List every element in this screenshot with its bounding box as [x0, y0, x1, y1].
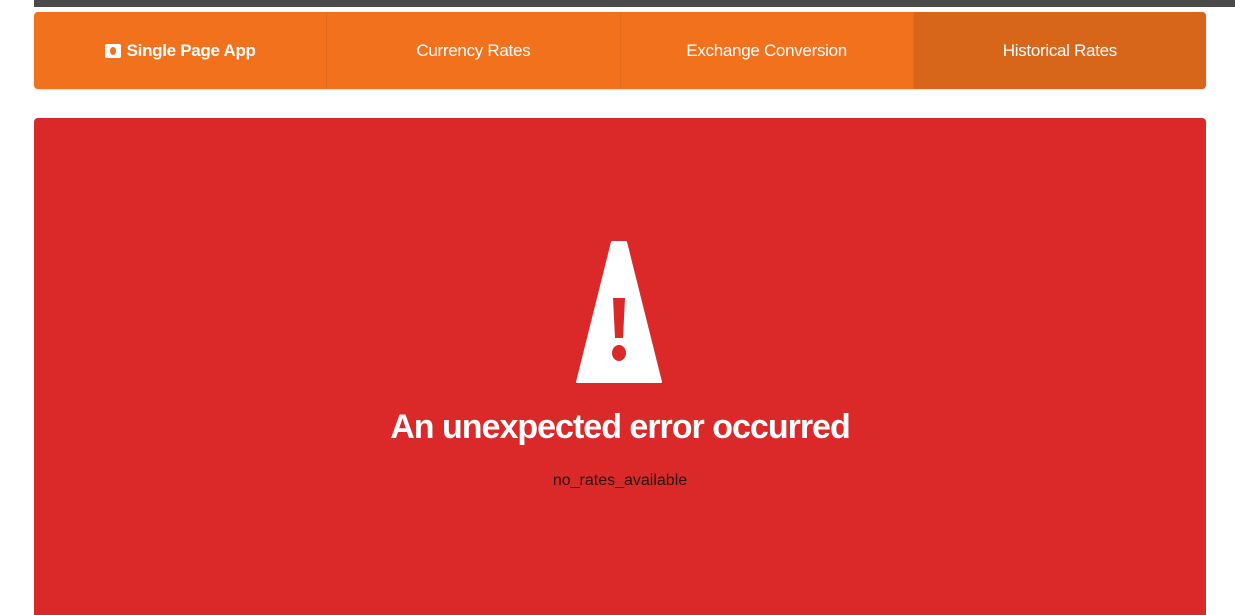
warning-icon — [576, 241, 662, 383]
error-title: An unexpected error occurred — [390, 408, 850, 446]
top-navbar: Single Page App Currency Rates Exchange … — [34, 12, 1206, 89]
nav-brand-label: Single Page App — [126, 40, 256, 60]
nav-brand-single-page-app[interactable]: Single Page App — [34, 12, 328, 89]
error-message-panel: An unexpected error occurred no_rates_av… — [34, 118, 1206, 615]
nav-item-historical-rates[interactable]: Historical Rates — [913, 12, 1206, 89]
nav-item-label: Exchange Conversion — [686, 40, 847, 60]
money-icon — [104, 43, 121, 58]
nav-item-currency-rates[interactable]: Currency Rates — [327, 12, 621, 89]
error-detail: no_rates_available — [552, 472, 688, 489]
nav-item-label: Historical Rates — [1002, 40, 1118, 60]
nav-item-exchange-conversion[interactable]: Exchange Conversion — [621, 12, 914, 89]
nav-item-label: Currency Rates — [416, 40, 531, 60]
top-divider — [34, 0, 1235, 7]
